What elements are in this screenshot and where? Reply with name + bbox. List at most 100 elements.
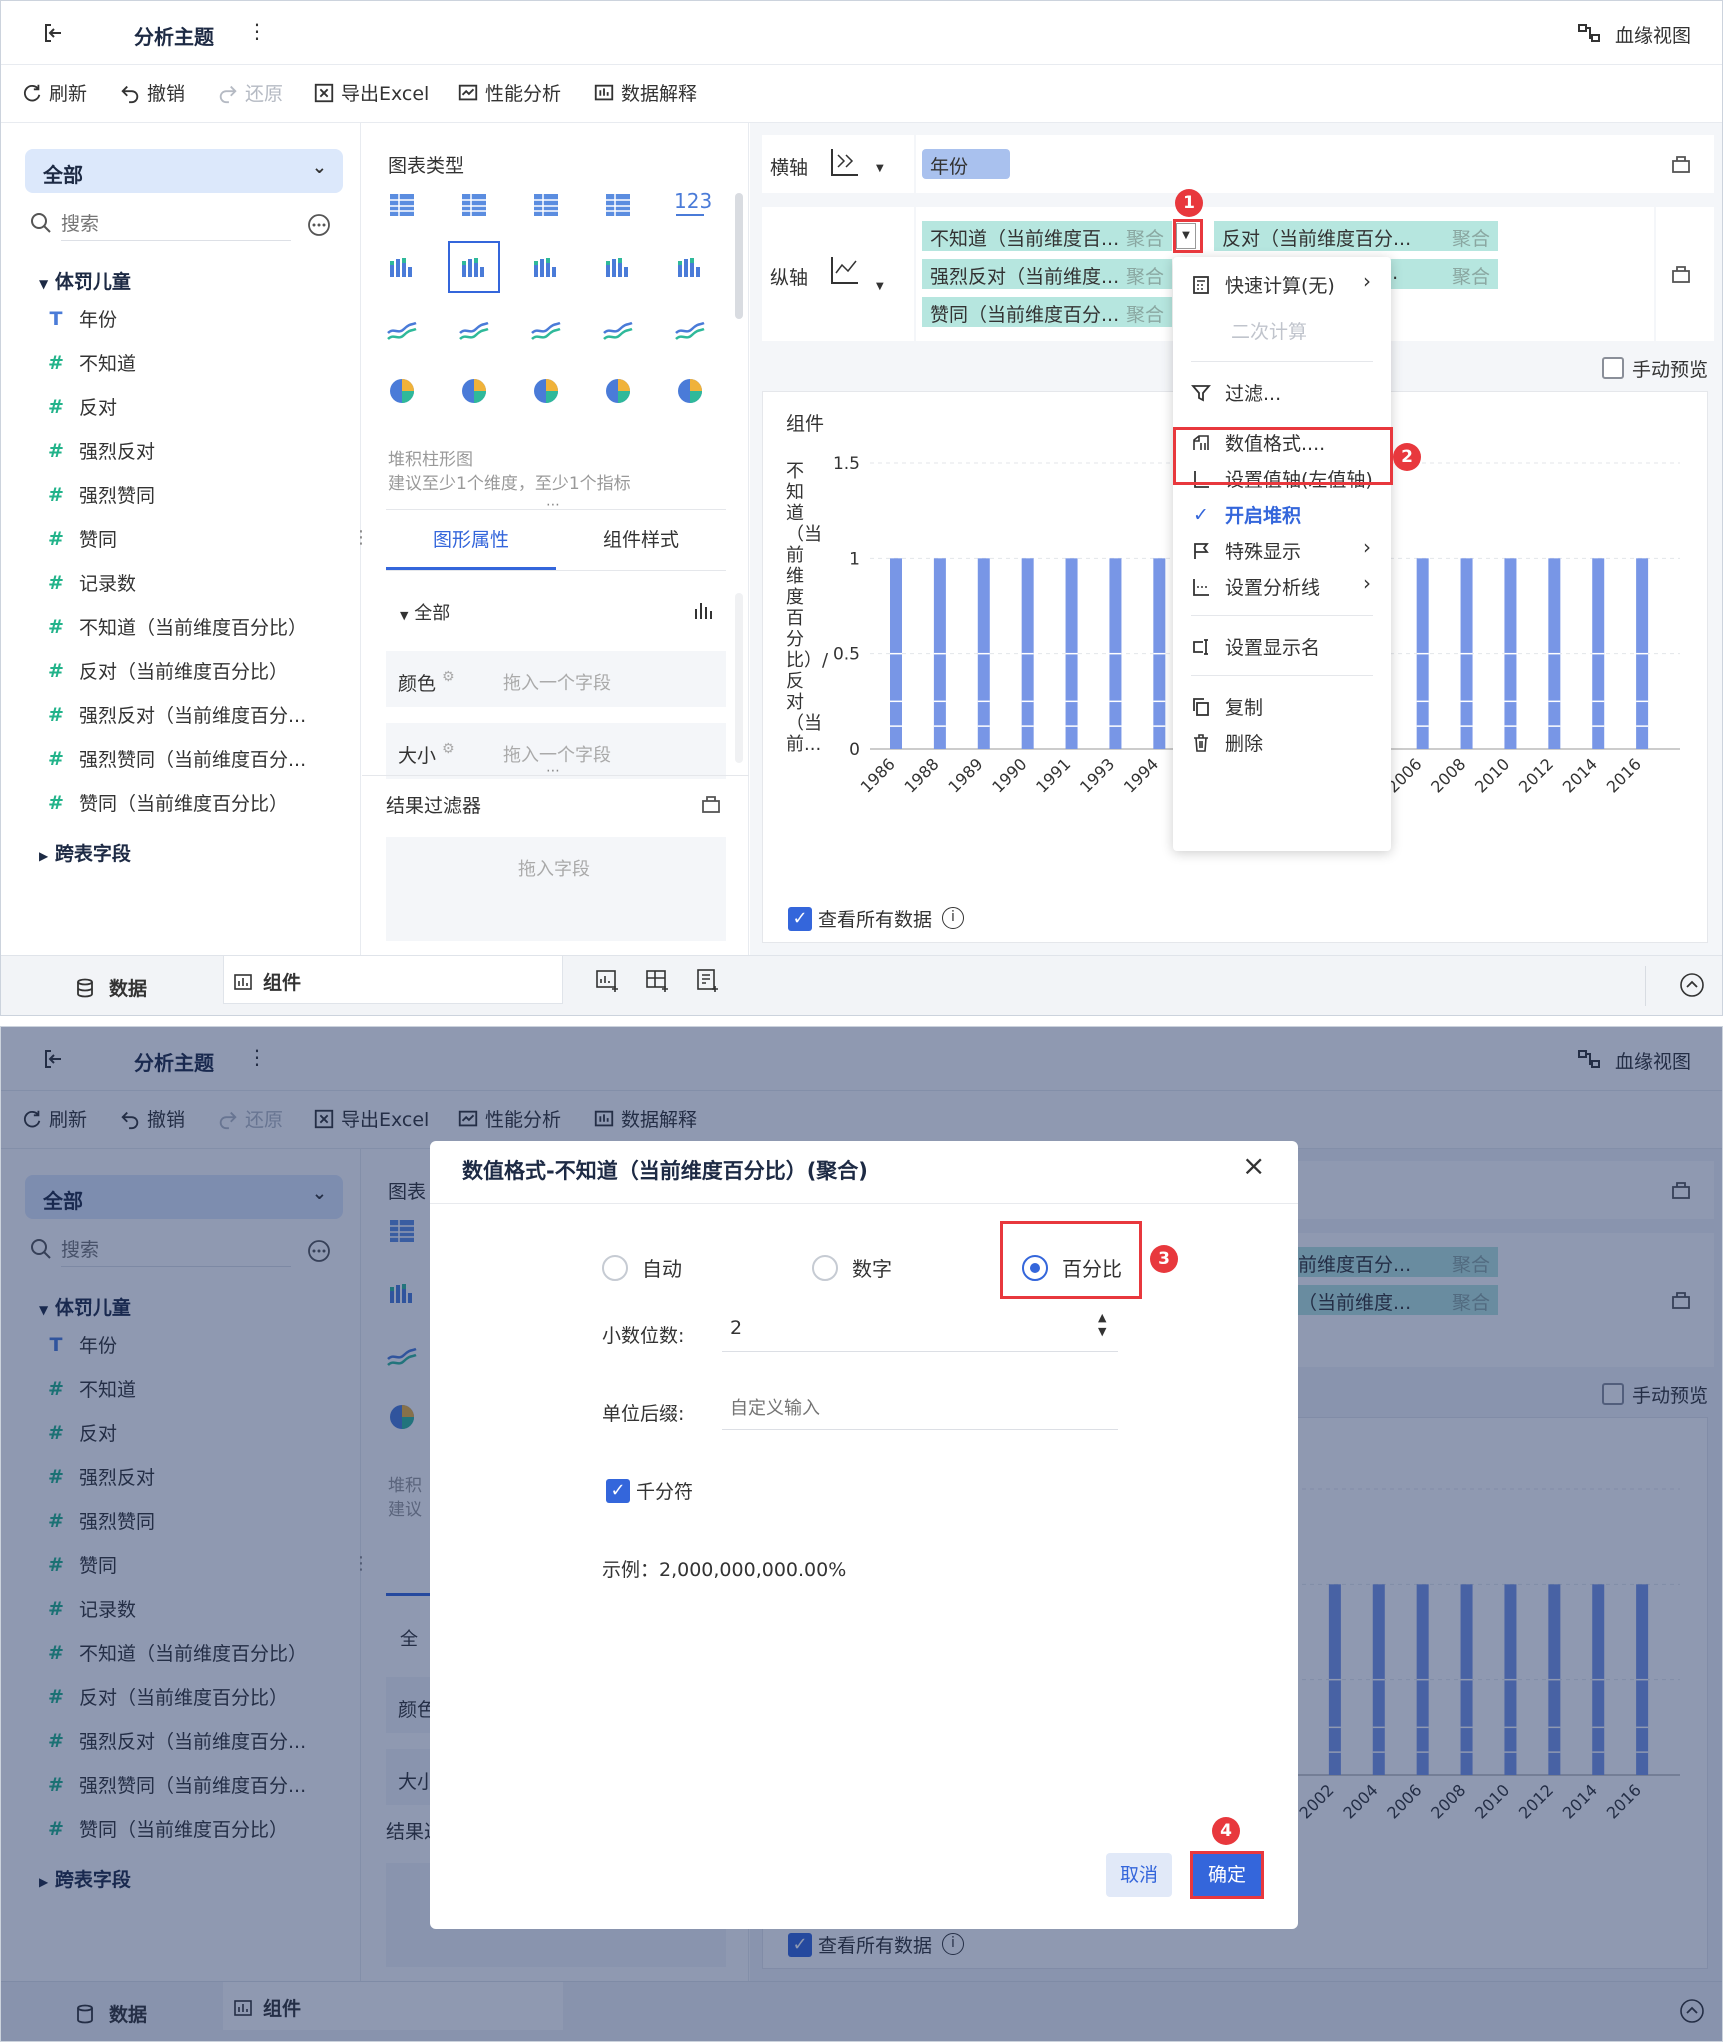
redo-button[interactable]: 还原 (217, 79, 283, 106)
line-icon[interactable] (382, 309, 422, 349)
tab-component-style[interactable]: 组件样式 (603, 525, 679, 552)
table-icon[interactable] (382, 185, 422, 225)
gauge-icon[interactable] (670, 309, 710, 349)
add-dashboard-icon[interactable] (645, 968, 671, 994)
tab-data[interactable]: 数据 (75, 974, 147, 1001)
table-select[interactable]: 全部 ⌄ (25, 149, 343, 193)
area-icon[interactable] (598, 309, 638, 349)
field-item[interactable]: # 强烈赞同 (45, 481, 155, 508)
tab-graphic-properties[interactable]: 图形属性 (433, 525, 509, 552)
caret-down-icon[interactable]: ▼ (876, 163, 884, 174)
cancel-button[interactable]: 取消 (1106, 1853, 1172, 1897)
y-axis-icon[interactable] (828, 253, 862, 287)
search-input[interactable] (61, 207, 291, 241)
radar-icon[interactable] (526, 309, 566, 349)
scatter-icon[interactable] (598, 371, 638, 411)
field-item[interactable]: T 年份 (45, 305, 118, 332)
grouped-bar-icon[interactable] (526, 247, 566, 287)
field-item[interactable]: # 记录数 (45, 569, 136, 596)
lineage-view-link[interactable]: 血缘视图 (1615, 21, 1691, 48)
radio-number[interactable]: 数字 (812, 1253, 892, 1282)
view-all-checkbox[interactable]: ✓ (788, 907, 812, 931)
bar-h-icon[interactable] (598, 247, 638, 287)
field-group-title[interactable]: ▼ 体罚儿童 (39, 267, 131, 294)
pie-icon[interactable] (382, 371, 422, 411)
all-group[interactable]: ▼ 全部 (400, 599, 450, 625)
filter-config-icon[interactable] (700, 793, 722, 815)
stacked-bar-icon[interactable] (448, 241, 500, 293)
radio-auto[interactable]: 自动 (602, 1253, 682, 1282)
caret-down-icon[interactable]: ▼ (876, 281, 884, 292)
menu-copy[interactable]: 复制 (1191, 693, 1263, 720)
x-axis-shelf (762, 135, 1714, 193)
chevron-right-icon: › (1363, 269, 1371, 293)
exit-icon[interactable] (41, 21, 65, 45)
thousands-checkbox[interactable]: ✓ (606, 1479, 630, 1503)
add-component-icon[interactable] (595, 968, 621, 994)
y-pill-unknown[interactable]: 不知道（当前维度百... 聚合 (922, 221, 1172, 251)
rose-icon[interactable] (454, 371, 494, 411)
waterfall-icon[interactable] (670, 247, 710, 287)
menu-quick-calc[interactable]: 快速计算(无) (1191, 271, 1335, 298)
data-explain-button[interactable]: 数据解释 (593, 79, 697, 106)
field-item[interactable]: # 强烈反对（当前维度百分... (45, 701, 306, 728)
collapse-up-icon[interactable] (1679, 972, 1705, 998)
y-pill-strongly-oppose[interactable]: 强烈反对（当前维度... 聚合 (922, 259, 1172, 289)
chart-type-scrollbar[interactable] (735, 193, 743, 319)
ring-icon[interactable] (526, 371, 566, 411)
cross-table-icon[interactable] (454, 185, 494, 225)
decimals-input[interactable]: 2 (730, 1317, 742, 1339)
manual-preview-checkbox[interactable] (1602, 357, 1624, 379)
close-icon[interactable]: × (1242, 1149, 1265, 1182)
y-pill-agree[interactable]: 赞同（当前维度百分... 聚合 (922, 297, 1172, 327)
info-icon[interactable]: i (942, 907, 964, 929)
multi-line-icon[interactable] (454, 309, 494, 349)
add-report-icon[interactable] (695, 968, 721, 994)
chart-config-panel: 图表类型 123 堆积柱形图 建议至少1个维度，至少1个指标 图形属性 组件样式… (362, 123, 749, 955)
result-filter-drop[interactable] (386, 837, 726, 941)
stepper-arrows-icon[interactable]: ▲ ▼ (1098, 1311, 1106, 1339)
gear-icon: ⚙ (442, 741, 455, 757)
field-item[interactable]: # 强烈反对 (45, 437, 155, 464)
field-item[interactable]: # 反对（当前维度百分比） (45, 657, 288, 684)
resize-handle-icon[interactable]: ⋯ (546, 763, 560, 779)
menu-special-display[interactable]: 特殊显示 (1191, 537, 1301, 564)
y-pill-oppose[interactable]: 反对（当前维度百分... 聚合 (1214, 221, 1498, 251)
axis-settings-icon[interactable] (1670, 153, 1692, 175)
menu-filter[interactable]: 过滤... (1191, 379, 1281, 406)
radio-circle (812, 1254, 838, 1281)
calculated-field-icon: # (48, 747, 64, 770)
field-item[interactable]: # 强烈赞同（当前维度百分... (45, 745, 306, 772)
bar-chart-icon[interactable] (692, 599, 714, 621)
refresh-button[interactable]: 刷新 (21, 79, 87, 106)
field-item[interactable]: # 赞同 (45, 525, 117, 552)
menu-display-name[interactable]: 设置显示名 (1191, 633, 1320, 660)
axis-settings-icon[interactable] (1670, 263, 1692, 285)
bubble-icon[interactable] (670, 371, 710, 411)
x-axis-icon[interactable] (828, 145, 862, 179)
menu-delete[interactable]: 删除 (1191, 729, 1263, 756)
menu-enable-stack[interactable]: ✓ 开启堆积 (1191, 501, 1301, 528)
x-tick-label: 2016 (1603, 754, 1645, 796)
explain-icon (594, 84, 614, 100)
x-axis-pill[interactable]: 年份 (922, 149, 1010, 179)
detail-table-icon[interactable] (526, 185, 566, 225)
performance-button[interactable]: 性能分析 (457, 79, 561, 106)
export-excel-button[interactable]: 导出Excel (313, 79, 429, 106)
more-options-icon[interactable] (307, 213, 331, 237)
field-item[interactable]: # 反对 (45, 393, 117, 420)
cross-table-fields[interactable]: ▶ 跨表字段 (39, 839, 131, 866)
resize-handle-icon[interactable]: ⋯ (546, 497, 560, 513)
suffix-input[interactable] (730, 1393, 1110, 1423)
field-item[interactable]: # 赞同（当前维度百分比） (45, 789, 288, 816)
props-scrollbar[interactable] (735, 593, 743, 763)
menu-analysis-line[interactable]: 设置分析线 (1191, 573, 1320, 600)
field-item[interactable]: # 不知道（当前维度百分比） (45, 613, 307, 640)
screenshot-step-1: 分析主题 ⋮ 血缘视图 刷新 撤销 还原 导出Excel 性能分析 数据解释 全… (0, 0, 1723, 1016)
more-icon[interactable]: ⋮ (247, 19, 267, 43)
grouped-table-icon[interactable] (598, 185, 638, 225)
undo-button[interactable]: 撤销 (119, 79, 185, 106)
dot-bar-icon[interactable] (382, 247, 422, 287)
tab-component[interactable]: 组件 (233, 968, 301, 995)
field-item[interactable]: # 不知道 (45, 349, 136, 376)
